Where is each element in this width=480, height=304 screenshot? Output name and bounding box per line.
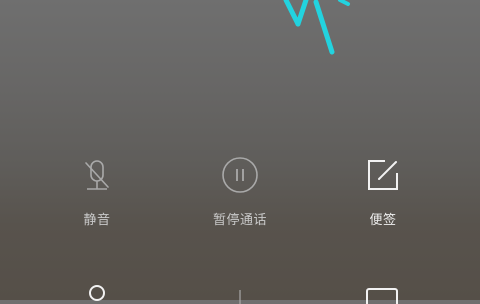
hold-call-label: 暂停通话 <box>212 213 267 228</box>
call-controls-row-2 <box>0 284 480 304</box>
call-controls: 静音 暂停通话 便签 <box>0 155 480 235</box>
divider <box>239 290 241 304</box>
memo-button[interactable]: 便签 <box>323 155 443 235</box>
note-edit-icon <box>368 160 398 190</box>
mic-off-icon <box>85 160 109 190</box>
call-status-icon <box>283 0 350 55</box>
memo-label: 便签 <box>369 213 397 228</box>
dialpad-icon[interactable] <box>366 284 398 304</box>
pause-icon <box>222 157 258 193</box>
mute-button[interactable]: 静音 <box>37 155 157 235</box>
hold-call-button[interactable]: 暂停通话 <box>180 155 300 235</box>
mute-label: 静音 <box>83 213 111 228</box>
in-call-screen: 静音 暂停通话 便签 <box>0 0 480 304</box>
person-icon[interactable] <box>86 284 108 304</box>
